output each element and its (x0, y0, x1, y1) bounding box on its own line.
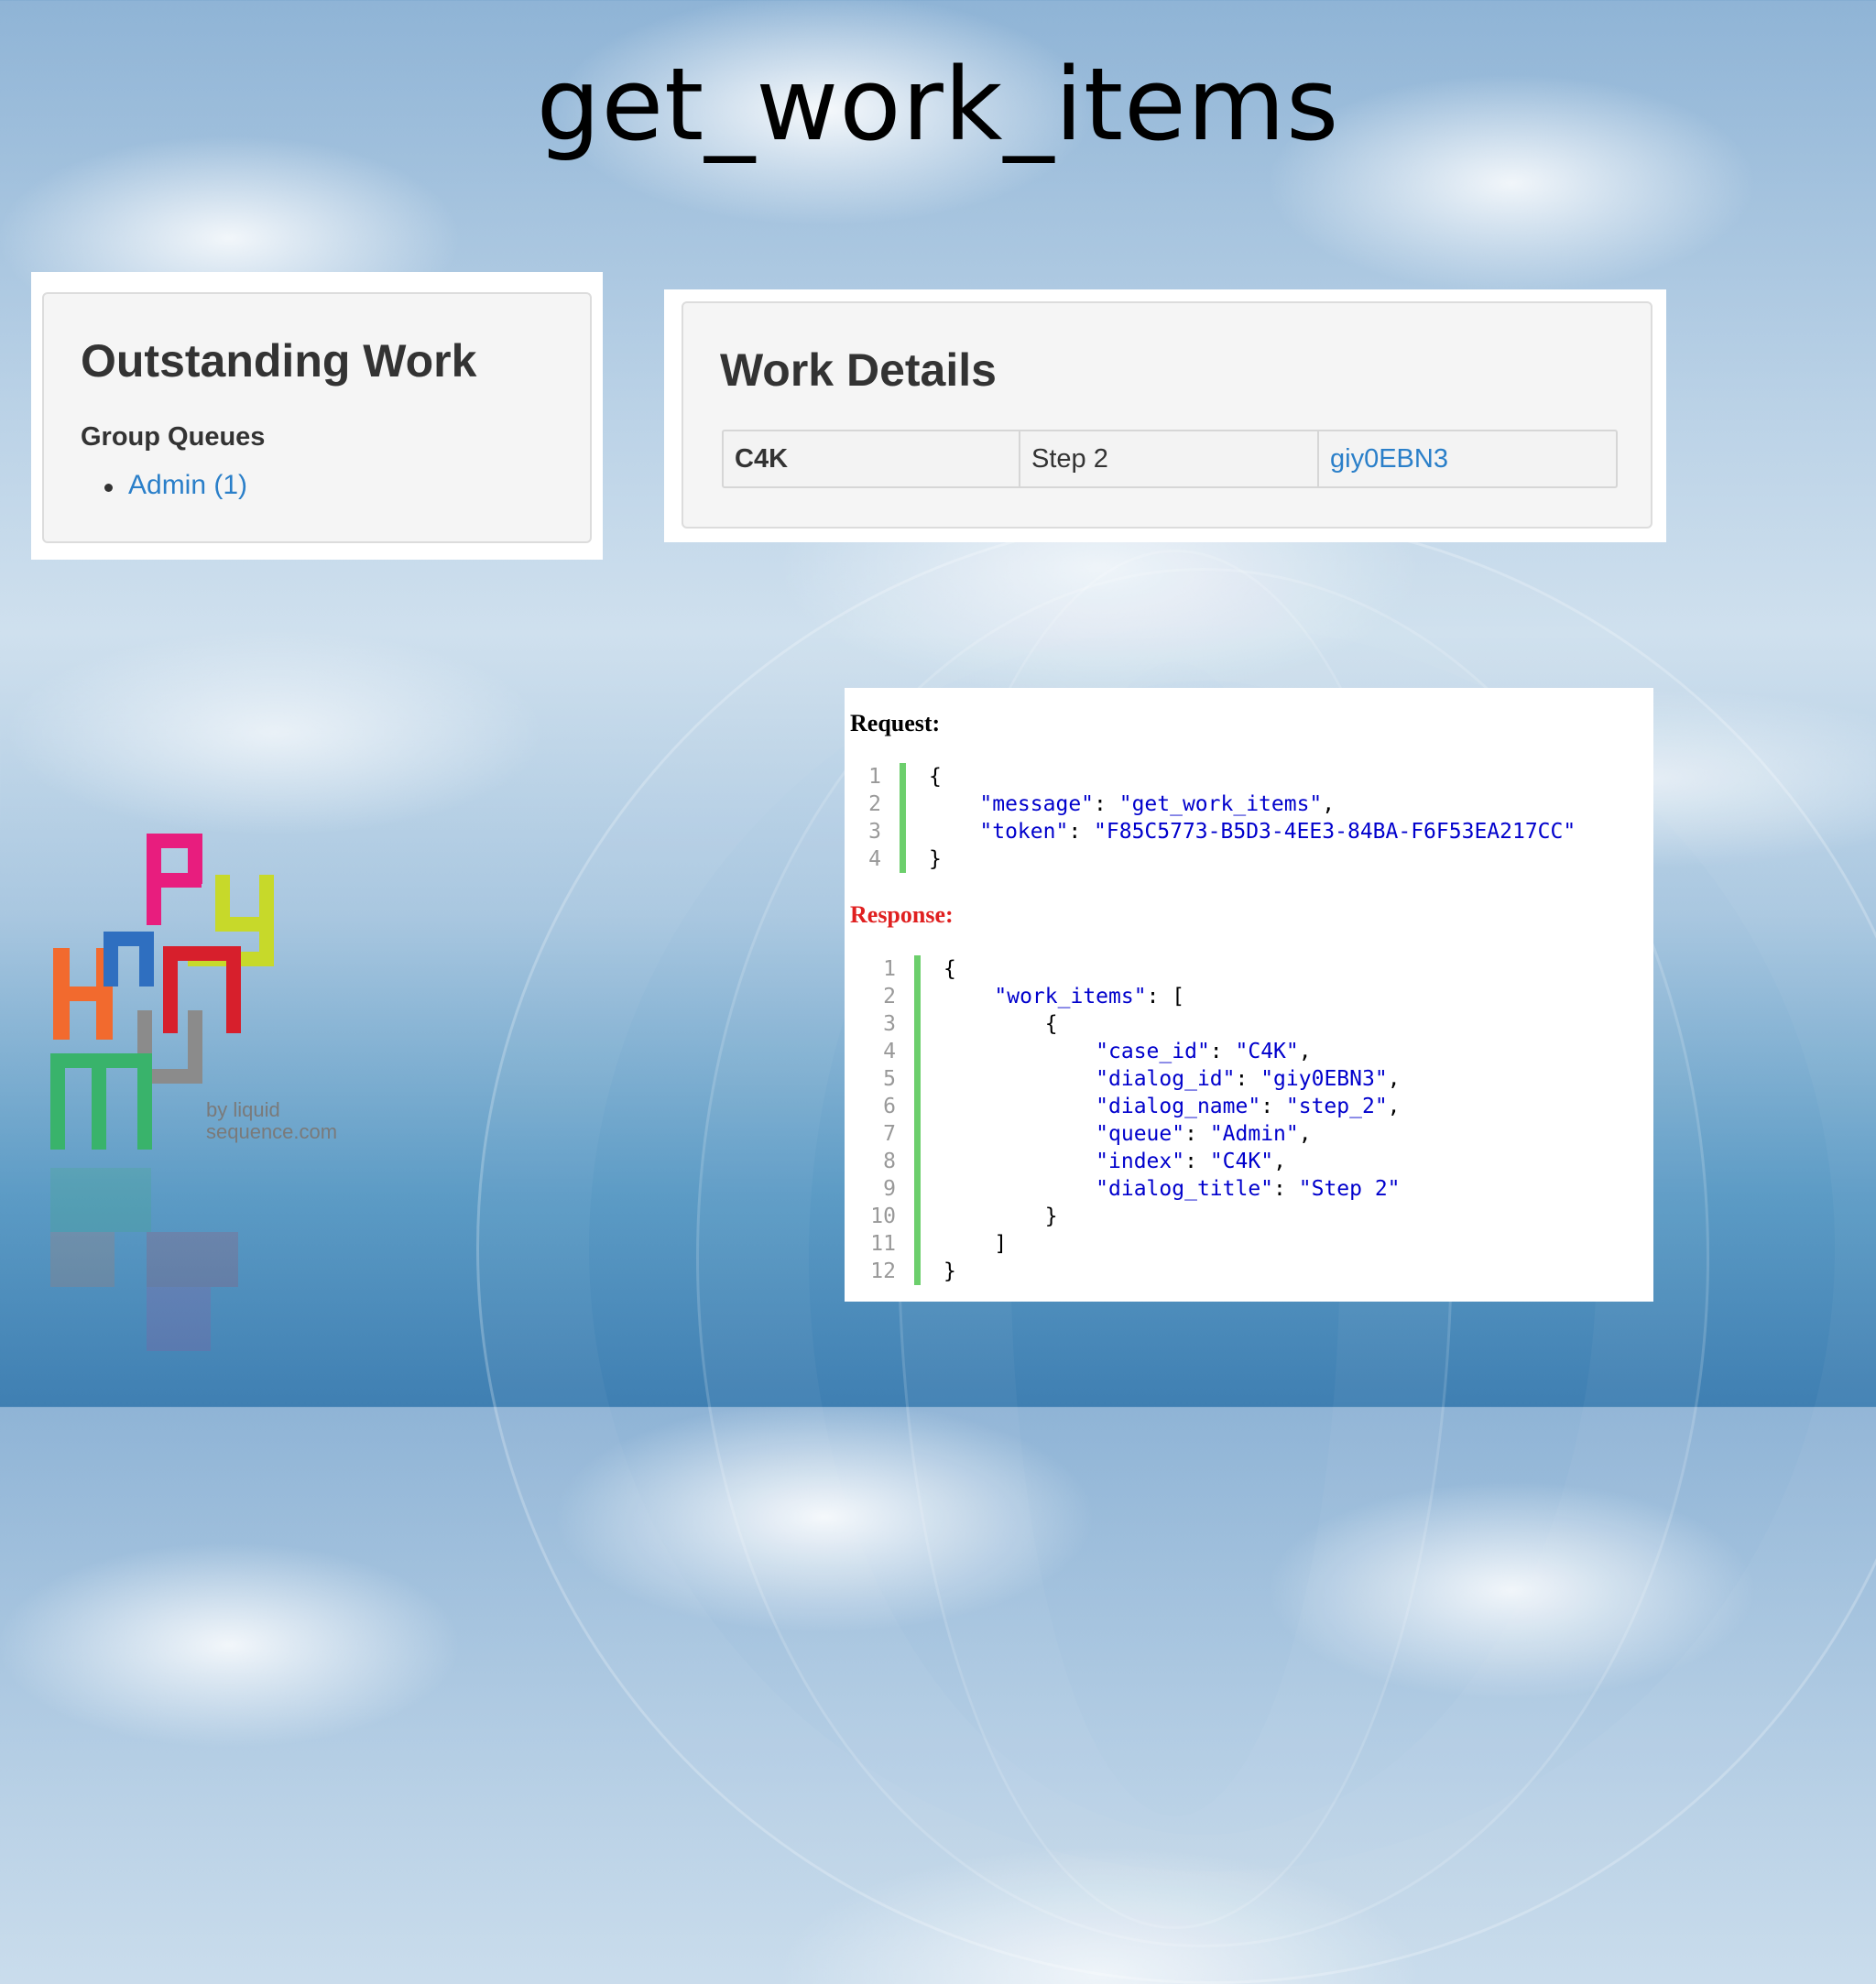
code-line: 3 "token": "F85C5773-B5D3-4EE3-84BA-F6F5… (845, 818, 1653, 845)
outstanding-work-panel: Outstanding Work Group Queues Admin (1) (42, 292, 592, 543)
code-line: 8 "index": "C4K", (859, 1148, 1653, 1175)
code-text: "case_id": "C4K", (1096, 1040, 1312, 1063)
code-line: 4} (845, 845, 1653, 873)
line-number: 10 (870, 1205, 896, 1228)
code-line: 12} (859, 1258, 1653, 1285)
line-number: 1 (868, 765, 881, 789)
work-details-panel: Work Details C4K Step 2 giy0EBN3 (682, 301, 1652, 529)
code-text: ] (994, 1232, 1008, 1256)
code-line: 10 } (859, 1203, 1653, 1230)
code-text: { (929, 765, 942, 789)
line-number: 4 (883, 1040, 896, 1063)
code-text: "queue": "Admin", (1096, 1122, 1312, 1146)
line-number: 2 (883, 985, 896, 1008)
code-text: "index": "C4K", (1096, 1150, 1286, 1173)
table-row[interactable]: C4K Step 2 giy0EBN3 (722, 430, 1618, 488)
code-text: } (1044, 1205, 1058, 1228)
line-number: 11 (870, 1232, 896, 1256)
work-details-title: Work Details (720, 344, 997, 396)
code-line: 3 { (859, 1010, 1653, 1038)
line-number: 9 (883, 1177, 896, 1201)
response-label: Response: (850, 901, 954, 928)
group-queues-heading: Group Queues (81, 422, 266, 452)
line-number: 8 (883, 1150, 896, 1173)
code-line: 4 "case_id": "C4K", (859, 1038, 1653, 1065)
code-text: { (943, 957, 956, 981)
code-line: 7 "queue": "Admin", (859, 1120, 1653, 1148)
step-cell: Step 2 (1020, 431, 1319, 486)
dialog-id-link[interactable]: giy0EBN3 (1319, 431, 1616, 486)
code-panel: Request: 1{2 "message": "get_work_items"… (845, 688, 1653, 1302)
line-number: 5 (883, 1067, 896, 1091)
logo-caption: by liquid sequence.com (206, 1098, 338, 1143)
case-cell: C4K (724, 431, 1020, 486)
outstanding-work-frame: Outstanding Work Group Queues Admin (1) (31, 272, 603, 560)
code-line: 9 "dialog_title": "Step 2" (859, 1175, 1653, 1203)
code-text: "dialog_name": "step_2", (1096, 1095, 1401, 1118)
work-details-frame: Work Details C4K Step 2 giy0EBN3 (664, 289, 1666, 542)
line-number: 2 (868, 792, 881, 816)
code-text: "message": "get_work_items", (979, 792, 1336, 816)
code-line: 6 "dialog_name": "step_2", (859, 1093, 1653, 1120)
response-code-block: 1{2 "work_items": [3 {4 "case_id": "C4K"… (859, 955, 1653, 1294)
code-line: 11 ] (859, 1230, 1653, 1258)
line-number: 7 (883, 1122, 896, 1146)
request-code-block: 1{2 "message": "get_work_items", 3 "token… (845, 763, 1653, 877)
code-text: "work_items": [ (994, 985, 1185, 1008)
code-line: 2 "message": "get_work_items", (845, 790, 1653, 818)
code-text: "dialog_id": "giy0EBN3", (1096, 1067, 1401, 1091)
outstanding-work-title: Outstanding Work (81, 335, 477, 387)
code-text: } (943, 1259, 956, 1283)
code-text: } (929, 847, 942, 871)
code-line: 1{ (845, 763, 1653, 790)
code-line: 5 "dialog_id": "giy0EBN3", (859, 1065, 1653, 1093)
line-number: 4 (868, 847, 881, 871)
line-number: 3 (868, 820, 881, 844)
line-number: 1 (883, 957, 896, 981)
line-number: 6 (883, 1095, 896, 1118)
code-text: { (1044, 1012, 1058, 1036)
code-text: "dialog_title": "Step 2" (1096, 1177, 1401, 1201)
queue-link-admin[interactable]: Admin (1) (128, 470, 247, 501)
request-label: Request: (850, 710, 941, 736)
line-number: 12 (870, 1259, 896, 1283)
line-number: 3 (883, 1012, 896, 1036)
code-line: 2 "work_items": [ (859, 983, 1653, 1010)
slide-title: get_work_items (536, 46, 1340, 163)
code-line: 1{ (859, 955, 1653, 983)
list-bullet (104, 484, 113, 492)
code-text: "token": "F85C5773-B5D3-4EE3-84BA-F6F53E… (979, 820, 1576, 844)
